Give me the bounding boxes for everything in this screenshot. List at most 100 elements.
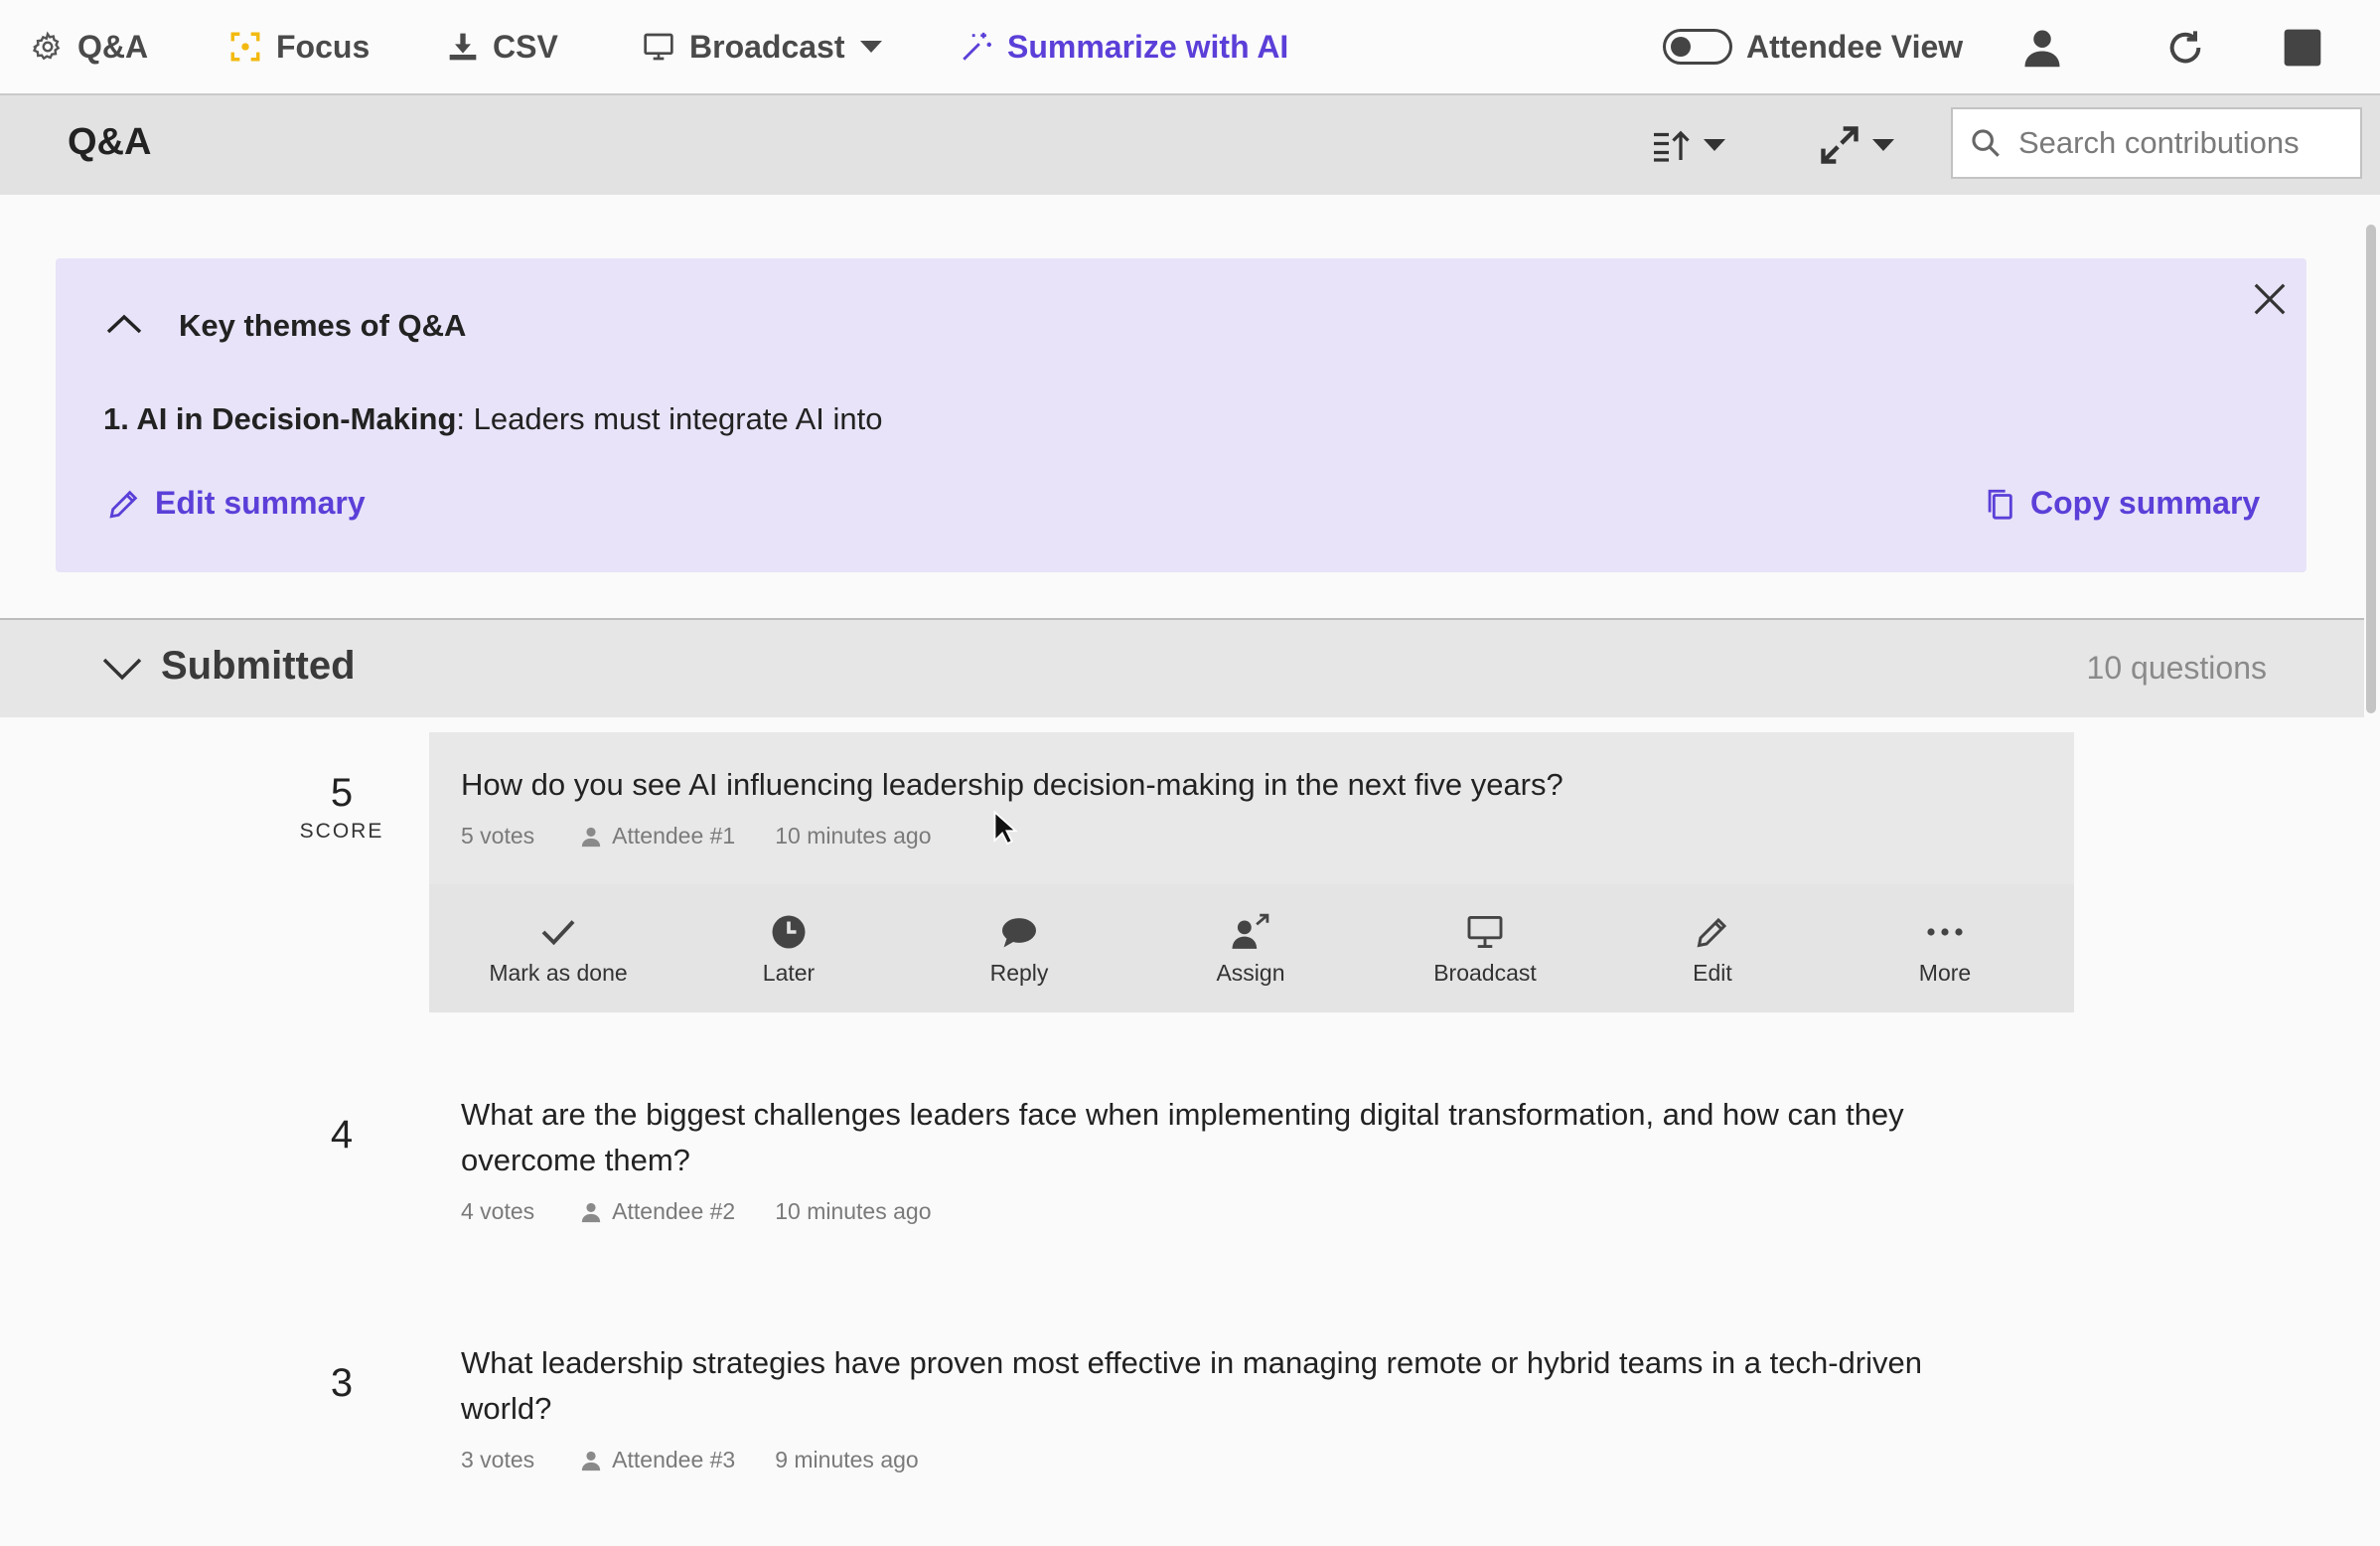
checkmark-icon — [540, 917, 576, 947]
summary-theme: 1. AI in Decision-Making: Leaders must i… — [103, 401, 883, 437]
caret-down-icon — [1871, 137, 1895, 153]
user-icon — [580, 1200, 602, 1224]
question-text[interactable]: What leadership strategies have proven m… — [461, 1340, 1991, 1432]
edit-summary-label: Edit summary — [155, 485, 366, 521]
csv-download-button[interactable]: CSV — [447, 22, 558, 72]
summary-theme-heading: 1. AI in Decision-Making — [103, 401, 457, 436]
question-meta: 5 votes Attendee #1 10 minutes ago — [461, 823, 932, 850]
toggle-switch[interactable] — [1663, 29, 1732, 65]
caret-down-icon — [1703, 137, 1726, 153]
pencil-icon — [1695, 914, 1730, 950]
clock-icon — [771, 914, 807, 950]
expand-menu-button[interactable] — [1818, 119, 1895, 171]
broadcast-question-button[interactable]: Broadcast — [1386, 912, 1584, 987]
assign-label: Assign — [1216, 960, 1285, 986]
chevron-down-icon — [101, 656, 143, 682]
question-score: 4 — [330, 1113, 354, 1157]
mark-as-done-label: Mark as done — [489, 960, 628, 986]
close-icon[interactable] — [2251, 280, 2289, 318]
summary-title: Key themes of Q&A — [179, 308, 467, 343]
csv-label: CSV — [493, 28, 558, 65]
user-icon — [580, 825, 602, 849]
qa-settings-button[interactable]: Q&A — [32, 22, 148, 72]
assign-button[interactable]: Assign — [1151, 912, 1350, 987]
page-title: Q&A — [68, 121, 152, 163]
gear-icon — [32, 31, 64, 63]
top-toolbar: Q&A Focus CSV Broadcast Summarize with A… — [0, 0, 2380, 95]
question-actions-bar: Mark as done Later Reply Assign Broadcas… — [429, 884, 2074, 1012]
more-options-label: More — [1918, 960, 1972, 986]
refresh-icon — [2165, 28, 2205, 68]
author: Attendee #3 — [580, 1447, 735, 1473]
copy-icon — [1983, 486, 2016, 522]
user-profile-button[interactable] — [2018, 24, 2066, 72]
ellipsis-icon — [1926, 927, 1964, 937]
question-score: 5 — [330, 771, 354, 815]
qa-settings-label: Q&A — [77, 28, 149, 65]
mark-as-done-button[interactable]: Mark as done — [459, 912, 658, 987]
vote-count: 3 votes — [461, 1447, 535, 1472]
broadcast-label: Broadcast — [689, 28, 845, 65]
user-icon — [2021, 27, 2063, 69]
question-score: 3 — [330, 1361, 354, 1405]
focus-button[interactable]: Focus — [228, 22, 370, 72]
edit-summary-button[interactable]: Edit summary — [107, 485, 366, 522]
stop-square-icon — [2283, 28, 2322, 68]
timestamp: 9 minutes ago — [775, 1447, 919, 1472]
pencil-icon — [107, 487, 141, 521]
stop-button[interactable] — [2279, 24, 2326, 72]
submitted-section-header[interactable]: Submitted 10 questions — [0, 618, 2364, 717]
broadcast-menu-button[interactable]: Broadcast — [642, 22, 883, 72]
magic-wand-icon — [960, 30, 993, 64]
monitor-icon — [642, 31, 675, 63]
author: Attendee #1 — [580, 823, 735, 850]
focus-label: Focus — [276, 28, 371, 65]
summarize-ai-label: Summarize with AI — [1007, 28, 1289, 65]
question-count: 10 questions — [2086, 650, 2267, 686]
more-options-button[interactable]: More — [1846, 912, 2044, 987]
caret-down-icon — [859, 39, 883, 55]
refresh-button[interactable] — [2161, 24, 2209, 72]
copy-summary-button[interactable]: Copy summary — [1983, 485, 2260, 522]
summarize-ai-button[interactable]: Summarize with AI — [960, 22, 1288, 72]
search-box[interactable] — [1951, 107, 2362, 179]
summary-theme-text: : Leaders must integrate AI into — [456, 401, 883, 436]
collapse-chevron-up-icon[interactable] — [105, 312, 143, 336]
mouse-cursor-icon — [993, 811, 1017, 847]
sort-icon — [1651, 128, 1693, 162]
edit-question-button[interactable]: Edit — [1613, 912, 1812, 987]
scrollbar[interactable] — [2366, 225, 2376, 713]
attendee-view-label: Attendee View — [1746, 28, 1964, 65]
question-text: How do you see AI influencing leadership… — [461, 767, 1563, 802]
search-icon — [1969, 126, 2003, 160]
assign-user-icon — [1231, 913, 1270, 951]
focus-icon — [228, 30, 262, 64]
broadcast-question-label: Broadcast — [1433, 960, 1537, 986]
question-meta: 4 votes Attendee #2 10 minutes ago — [461, 1198, 932, 1225]
question-meta: 3 votes Attendee #3 9 minutes ago — [461, 1447, 919, 1473]
search-input[interactable] — [2016, 124, 2338, 162]
author-name: Attendee #1 — [612, 823, 736, 849]
attendee-view-toggle[interactable]: Attendee View — [1663, 22, 1963, 72]
monitor-icon — [1467, 916, 1503, 948]
speech-bubble-icon — [1000, 915, 1038, 949]
qa-header-bar: Q&A — [0, 95, 2380, 195]
reply-button[interactable]: Reply — [920, 912, 1118, 987]
section-title: Submitted — [161, 644, 356, 688]
edit-question-label: Edit — [1693, 960, 1732, 986]
vote-count: 4 votes — [461, 1198, 535, 1224]
author: Attendee #2 — [580, 1198, 735, 1225]
author-name: Attendee #3 — [612, 1447, 736, 1472]
copy-summary-label: Copy summary — [2030, 485, 2261, 521]
question-text[interactable]: What are the biggest challenges leaders … — [461, 1092, 1991, 1183]
timestamp: 10 minutes ago — [775, 1198, 932, 1224]
user-icon — [580, 1449, 602, 1472]
sort-menu-button[interactable] — [1651, 119, 1726, 171]
download-icon — [447, 31, 479, 63]
expand-arrows-icon — [1818, 123, 1861, 167]
ai-summary-panel: Key themes of Q&A 1. AI in Decision-Maki… — [56, 258, 2306, 572]
vote-count: 5 votes — [461, 823, 535, 849]
score-label: SCORE — [299, 820, 384, 843]
timestamp: 10 minutes ago — [775, 823, 932, 849]
later-button[interactable]: Later — [689, 912, 888, 987]
